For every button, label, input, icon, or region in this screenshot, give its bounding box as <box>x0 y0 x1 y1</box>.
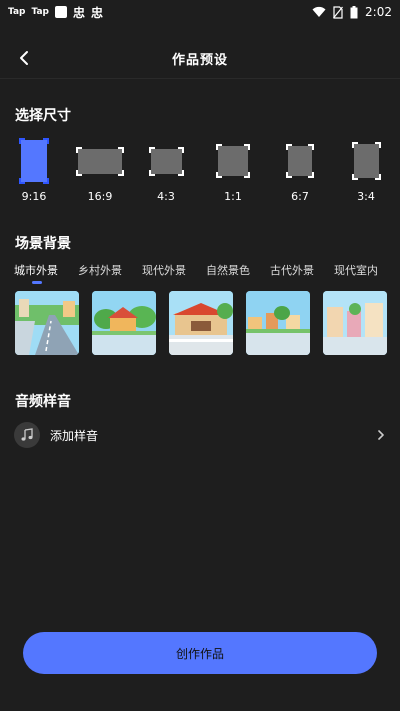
ratio-label: 9:16 <box>21 190 47 203</box>
size-section-title: 选择尺寸 <box>15 108 71 124</box>
ratio-label: 6:7 <box>291 190 309 203</box>
ratio-frame <box>149 147 184 176</box>
tab-modern-exterior[interactable]: 现代外景 <box>142 262 206 278</box>
scene-thumbnail[interactable] <box>169 291 233 355</box>
ratio-frame <box>76 147 124 176</box>
notification-icon <box>55 6 67 18</box>
audio-section-title: 音频样音 <box>15 394 71 410</box>
tab-natural-scenery[interactable]: 自然景色 <box>206 262 270 278</box>
tab-ancient-exterior[interactable]: 古代外景 <box>270 262 334 278</box>
ratio-label: 1:1 <box>224 190 242 203</box>
tab-modern-interior[interactable]: 现代室内 <box>334 262 398 278</box>
page-title: 作品预设 <box>171 52 228 68</box>
top-nav-bar: 作品预设 <box>0 38 400 78</box>
chevron-right-icon <box>378 430 384 440</box>
status-time: 2:02 <box>365 5 392 19</box>
status-bar-left: Tap Tap 忠 忠 <box>8 4 103 21</box>
taptap-icon: Tap <box>31 7 50 17</box>
status-bar-right: 2:02 <box>312 5 392 19</box>
ratio-label: 3:4 <box>357 190 375 203</box>
ratio-frame <box>286 144 314 178</box>
no-sim-icon <box>333 5 344 19</box>
music-note-icon <box>14 422 40 448</box>
taptap-icon: Tap <box>8 7 26 17</box>
header-divider <box>0 78 400 79</box>
ratio-frame <box>19 138 49 184</box>
back-arrow-icon[interactable] <box>14 48 34 68</box>
scene-thumbnail[interactable] <box>246 291 310 355</box>
scene-thumbnail[interactable] <box>92 291 156 355</box>
tab-city-exterior[interactable]: 城市外景 <box>14 262 78 278</box>
scene-thumbnail[interactable] <box>15 291 79 355</box>
active-tab-indicator <box>32 281 42 284</box>
scene-thumbnail-list <box>15 291 400 357</box>
ratio-frame <box>352 142 381 180</box>
app-notification-icon: 忠 <box>73 5 86 20</box>
ratio-frame <box>216 144 250 178</box>
scene-section-title: 场景背景 <box>15 236 71 252</box>
ratio-label: 4:3 <box>157 190 175 203</box>
wifi-icon <box>312 6 326 17</box>
scene-tabs: 城市外景 乡村外景 现代外景 自然景色 古代外景 现代室内 <box>14 262 398 278</box>
app-notification-icon: 忠 <box>91 5 104 20</box>
scene-thumbnail[interactable] <box>323 291 387 355</box>
create-work-button[interactable]: 创作作品 <box>23 632 377 674</box>
ratio-label: 16:9 <box>87 190 113 203</box>
add-audio-sample-row[interactable]: 添加样音 <box>14 421 386 449</box>
tab-village-exterior[interactable]: 乡村外景 <box>78 262 142 278</box>
add-audio-sample-label: 添加样音 <box>50 428 99 443</box>
status-bar: Tap Tap 忠 忠 2:02 <box>0 0 400 24</box>
battery-icon <box>350 5 358 18</box>
